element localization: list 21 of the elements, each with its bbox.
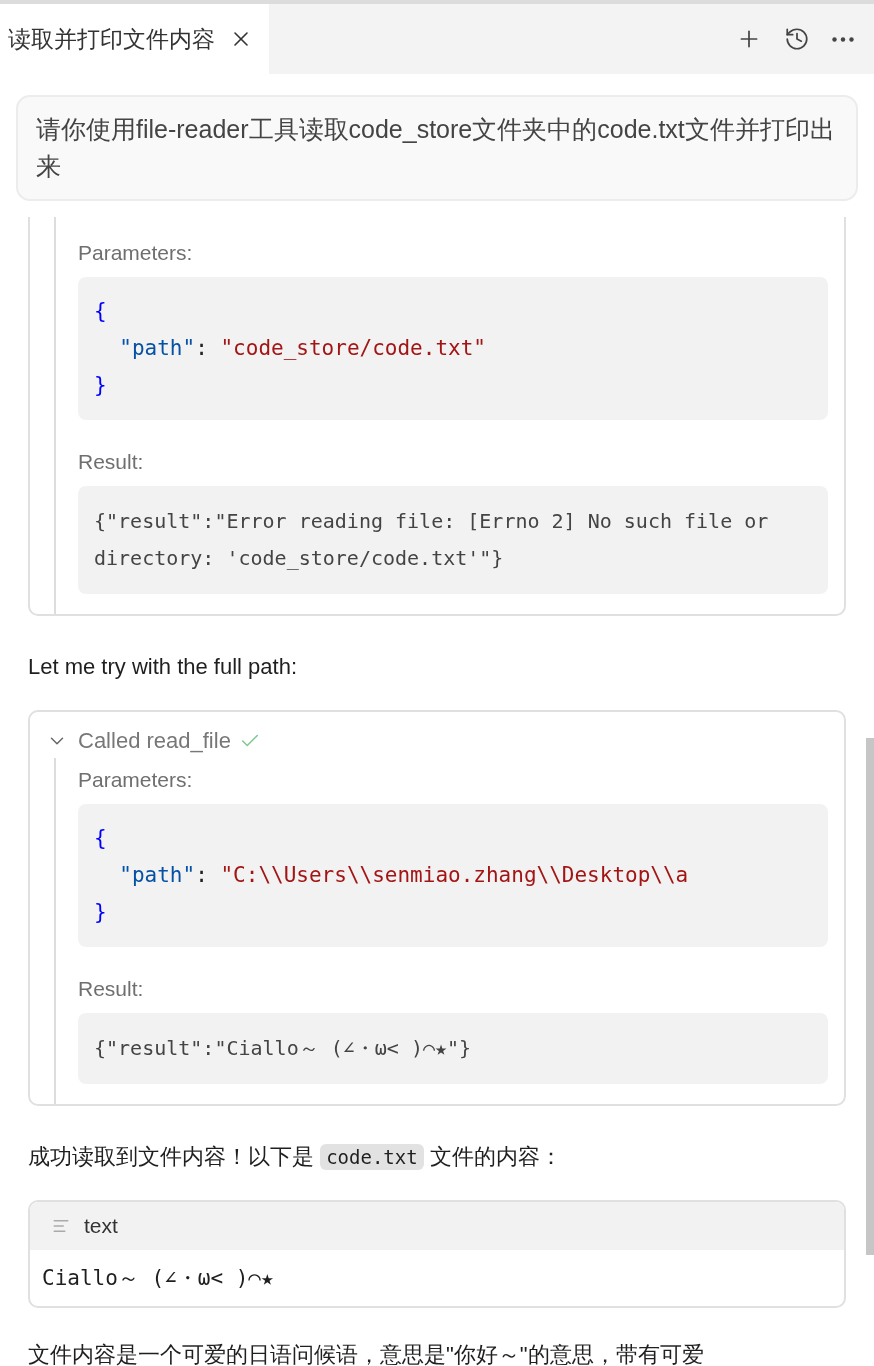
history-icon [784, 26, 810, 52]
chat-tab[interactable]: 读取并打印文件内容 [0, 4, 269, 74]
result-label: Result: [78, 977, 145, 1001]
text-lines-icon [52, 1217, 70, 1235]
more-icon [832, 36, 854, 42]
scrollbar[interactable] [866, 738, 874, 1255]
language-label: text [84, 1214, 118, 1238]
assistant-text: Let me try with the full path: [28, 653, 299, 681]
more-button[interactable] [830, 34, 856, 44]
result-code: {"result":"Error reading file: [Errno 2] No such file or directory: 'code_store/code.txt'"} [78, 486, 828, 594]
parameters-code: { "path": "C:\\Users\\senmiao.zhang\\Desktop\\a } [78, 804, 828, 947]
tool-call-title: Called read_file [78, 728, 231, 754]
assistant-text: 文件内容是一个可爱的日语问候语，意思是"你好～"的意思，带有可爱 [28, 1341, 705, 1366]
result-label: Result: [78, 450, 145, 474]
result-code: {"result":"Ciallo～ (∠・ω< )⌒★"} [78, 1013, 828, 1084]
code-content: Ciallo～ (∠・ω< )⌒★ [41, 1265, 275, 1292]
parameters-label: Parameters: [78, 768, 194, 792]
parameters-code: { "path": "code_store/code.txt" } [78, 277, 828, 420]
assistant-text: 成功读取到文件内容！以下是 code.txt 文件的内容： [28, 1143, 563, 1172]
user-message: 请你使用file-reader工具读取code_store文件夹中的code.txt文件并打印出来 [16, 95, 858, 201]
parameters-label: Parameters: [78, 241, 194, 265]
